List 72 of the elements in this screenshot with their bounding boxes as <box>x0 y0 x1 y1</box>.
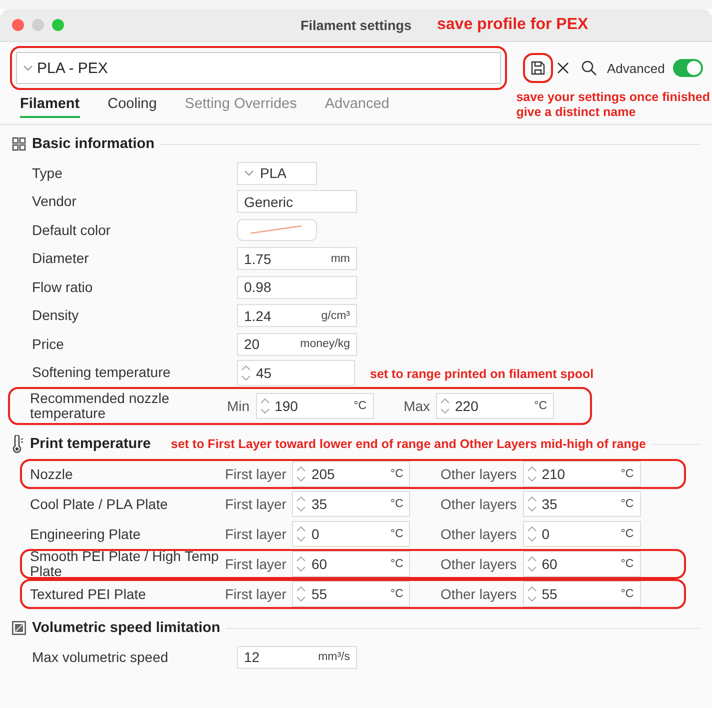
window-title: Filament settings <box>300 18 412 32</box>
field-label: First layer <box>225 466 286 482</box>
zoom-button[interactable] <box>52 19 64 31</box>
field-label: Smooth PEI Plate / High Temp Plate <box>30 549 220 579</box>
number-spin-field[interactable]: 45 <box>237 360 355 386</box>
number-field[interactable]: 1.75 mm <box>237 247 357 270</box>
number-spin-field[interactable]: 60 °C <box>292 551 410 577</box>
section-title: Print temperature <box>30 436 151 452</box>
field-label: Price <box>32 336 65 352</box>
number-spin-field[interactable]: 220 °C <box>436 393 554 419</box>
field-label: First layer <box>225 496 286 512</box>
speed-limit-icon <box>12 621 26 635</box>
field-label: Other layers <box>440 466 517 482</box>
advanced-label: Advanced <box>607 60 665 76</box>
number-field[interactable]: 1.24 g/cm³ <box>237 304 357 328</box>
save-icon[interactable] <box>530 60 546 76</box>
field-label: Flow ratio <box>32 280 94 295</box>
number-spin-field[interactable]: 205 °C <box>292 461 410 487</box>
text-field[interactable]: Generic <box>237 190 357 214</box>
field-label: Recommended nozzle temperature <box>30 391 170 421</box>
close-icon[interactable] <box>557 62 569 74</box>
field-label: Other layers <box>440 496 517 512</box>
annotation-note: set to First Layer toward lower end of range and Other Layers mid-high of range <box>170 437 646 451</box>
field-label: Density <box>32 308 80 324</box>
advanced-toggle[interactable] <box>672 59 703 77</box>
field-label: First layer <box>225 526 286 542</box>
number-spin-field[interactable]: 0 °C <box>522 521 641 547</box>
number-field[interactable]: 20 money/kg <box>237 332 357 356</box>
field-label: First layer <box>225 586 286 602</box>
field-label: Textured PEI Plate <box>30 586 147 602</box>
field-label: Softening temperature <box>32 365 172 380</box>
tab[interactable]: Cooling <box>108 96 157 118</box>
number-spin-field[interactable]: 210 °C <box>522 461 641 487</box>
field-label: Type <box>32 166 64 181</box>
section-title: Volumetric speed limitation <box>32 620 220 636</box>
number-spin-field[interactable]: 55 °C <box>292 581 410 607</box>
type-dropdown[interactable]: PLA <box>237 162 317 185</box>
annotation-note: save your settings once finished give a distinct name <box>516 90 710 120</box>
grid-icon <box>12 137 26 151</box>
field-label: First layer <box>225 556 286 572</box>
thermometer-icon <box>12 435 24 453</box>
number-spin-field[interactable]: 60 °C <box>522 551 641 577</box>
field-label: Other layers <box>440 556 517 572</box>
tab[interactable]: Filament <box>20 96 80 118</box>
field-label: Vendor <box>32 194 78 210</box>
number-field[interactable]: 0.98 <box>237 276 357 299</box>
field-label: Max <box>404 398 430 414</box>
number-spin-field[interactable]: 0 °C <box>292 521 410 547</box>
minimize-button[interactable] <box>32 19 44 31</box>
section-title: Basic information <box>32 136 154 152</box>
field-label: Diameter <box>32 251 90 266</box>
number-spin-field[interactable]: 35 °C <box>292 491 410 517</box>
field-label: Cool Plate / PLA Plate <box>30 496 169 512</box>
close-button[interactable] <box>12 19 24 31</box>
number-spin-field[interactable]: 35 °C <box>522 491 641 517</box>
number-spin-field[interactable]: 55 °C <box>522 581 641 607</box>
preset-dropdown[interactable]: PLA - PEX <box>16 52 501 84</box>
search-icon[interactable] <box>581 60 597 76</box>
field-label: Max volumetric speed <box>32 650 170 665</box>
field-label: Min <box>227 398 250 414</box>
field-label: Default color <box>32 222 112 238</box>
field-label: Other layers <box>440 586 517 602</box>
chevron-down-icon <box>244 170 254 176</box>
field-label: Engineering Plate <box>30 526 142 542</box>
annotation-note: set to range printed on filament spool <box>370 367 594 381</box>
field-label: Nozzle <box>30 466 74 482</box>
color-swatch-button[interactable] <box>237 219 317 242</box>
field-label: Other layers <box>440 526 517 542</box>
annotation-note: save profile for PEX <box>437 16 588 34</box>
number-spin-field[interactable]: 190 °C <box>256 393 374 419</box>
chevron-down-icon <box>23 65 33 71</box>
number-field[interactable]: 12 mm³/s <box>237 646 357 669</box>
